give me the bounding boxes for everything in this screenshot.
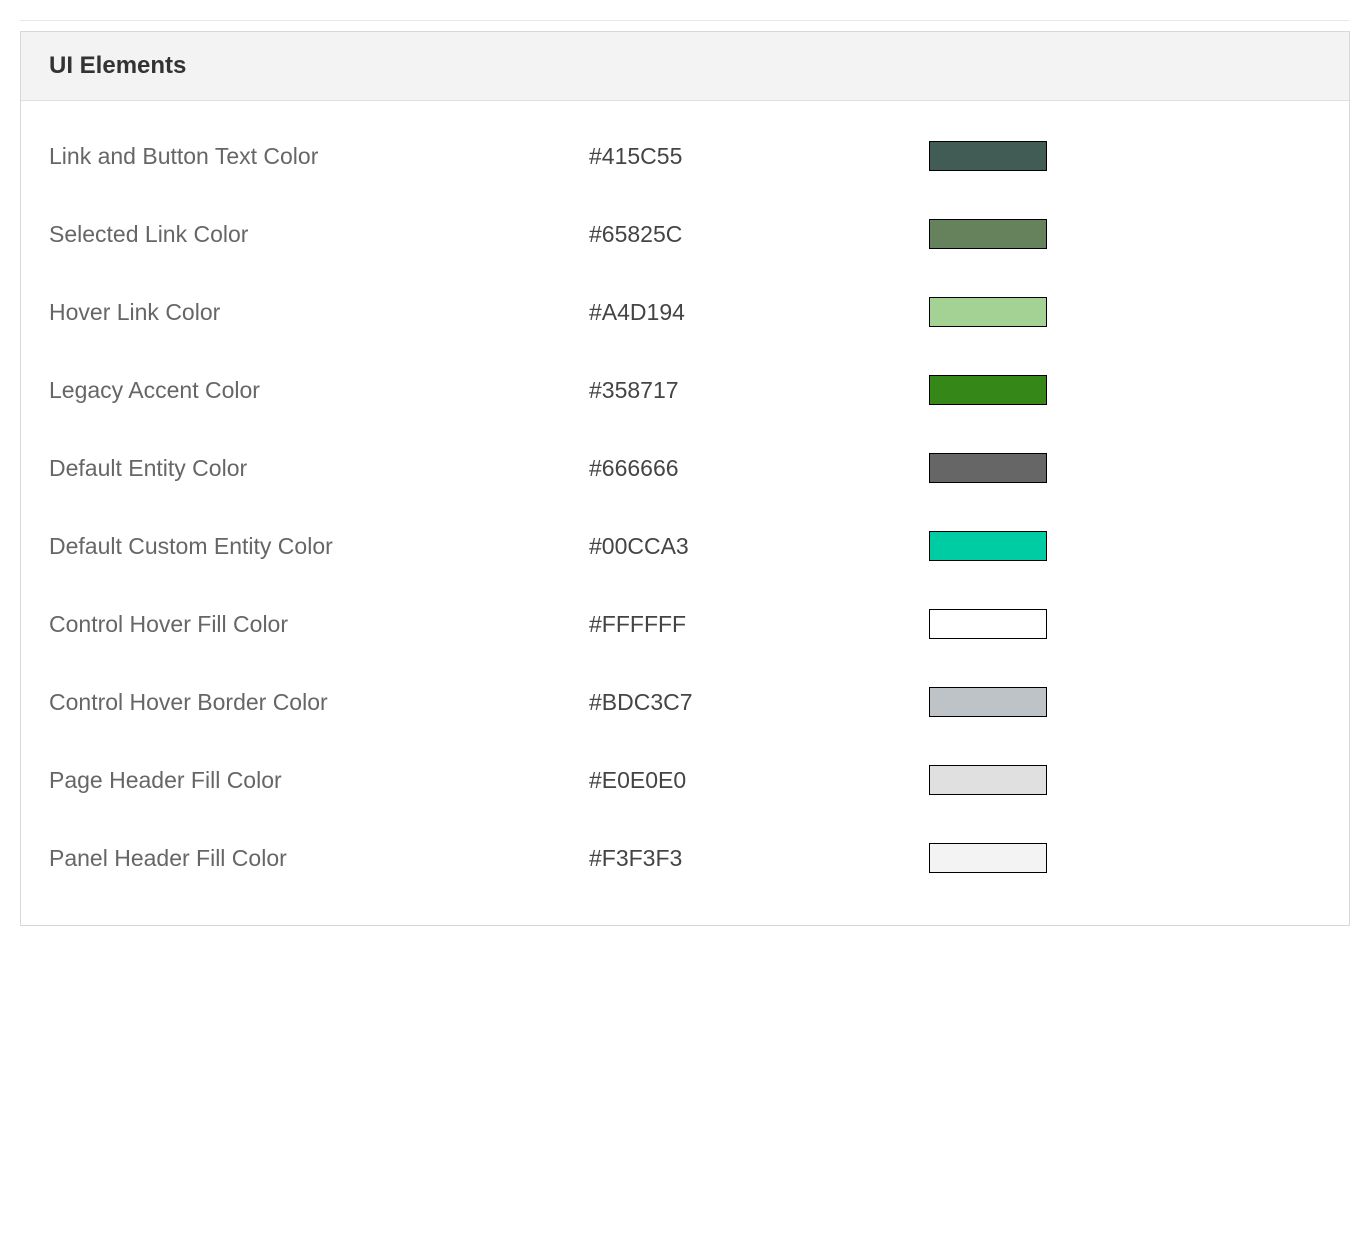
color-row-default-entity-color: Default Entity Color #666666: [49, 429, 1321, 507]
color-row-legacy-accent-color: Legacy Accent Color #358717: [49, 351, 1321, 429]
panel-header: UI Elements: [21, 32, 1349, 101]
color-value: #F3F3F3: [589, 845, 929, 872]
panel-title: UI Elements: [49, 52, 1321, 80]
color-value: #666666: [589, 455, 929, 482]
color-value: #FFFFFF: [589, 611, 929, 638]
color-swatch-control-hover-fill-color[interactable]: [929, 609, 1047, 639]
color-swatch-default-custom-entity-color[interactable]: [929, 531, 1047, 561]
color-label: Control Hover Border Color: [49, 689, 589, 716]
color-label: Default Entity Color: [49, 455, 589, 482]
color-swatch-control-hover-border-color[interactable]: [929, 687, 1047, 717]
color-swatch-default-entity-color[interactable]: [929, 453, 1047, 483]
color-label: Legacy Accent Color: [49, 377, 589, 404]
color-row-panel-header-fill-color: Panel Header Fill Color #F3F3F3: [49, 819, 1321, 897]
color-label: Selected Link Color: [49, 221, 589, 248]
top-divider: [20, 20, 1350, 21]
color-label: Control Hover Fill Color: [49, 611, 589, 638]
color-row-page-header-fill-color: Page Header Fill Color #E0E0E0: [49, 741, 1321, 819]
color-value: #BDC3C7: [589, 689, 929, 716]
color-swatch-hover-link-color[interactable]: [929, 297, 1047, 327]
color-label: Default Custom Entity Color: [49, 533, 589, 560]
ui-elements-panel: UI Elements Link and Button Text Color #…: [20, 31, 1350, 926]
color-value: #415C55: [589, 143, 929, 170]
color-swatch-selected-link-color[interactable]: [929, 219, 1047, 249]
color-label: Hover Link Color: [49, 299, 589, 326]
color-label: Link and Button Text Color: [49, 143, 589, 170]
color-label: Panel Header Fill Color: [49, 845, 589, 872]
color-row-link-and-button-text-color: Link and Button Text Color #415C55: [49, 125, 1321, 195]
color-row-default-custom-entity-color: Default Custom Entity Color #00CCA3: [49, 507, 1321, 585]
color-value: #65825C: [589, 221, 929, 248]
color-row-control-hover-fill-color: Control Hover Fill Color #FFFFFF: [49, 585, 1321, 663]
color-row-hover-link-color: Hover Link Color #A4D194: [49, 273, 1321, 351]
color-value: #00CCA3: [589, 533, 929, 560]
color-swatch-panel-header-fill-color[interactable]: [929, 843, 1047, 873]
color-row-selected-link-color: Selected Link Color #65825C: [49, 195, 1321, 273]
color-value: #A4D194: [589, 299, 929, 326]
color-value: #358717: [589, 377, 929, 404]
color-swatch-page-header-fill-color[interactable]: [929, 765, 1047, 795]
color-swatch-legacy-accent-color[interactable]: [929, 375, 1047, 405]
panel-body: Link and Button Text Color #415C55 Selec…: [21, 101, 1349, 925]
color-label: Page Header Fill Color: [49, 767, 589, 794]
color-swatch-link-and-button-text-color[interactable]: [929, 141, 1047, 171]
color-row-control-hover-border-color: Control Hover Border Color #BDC3C7: [49, 663, 1321, 741]
color-value: #E0E0E0: [589, 767, 929, 794]
